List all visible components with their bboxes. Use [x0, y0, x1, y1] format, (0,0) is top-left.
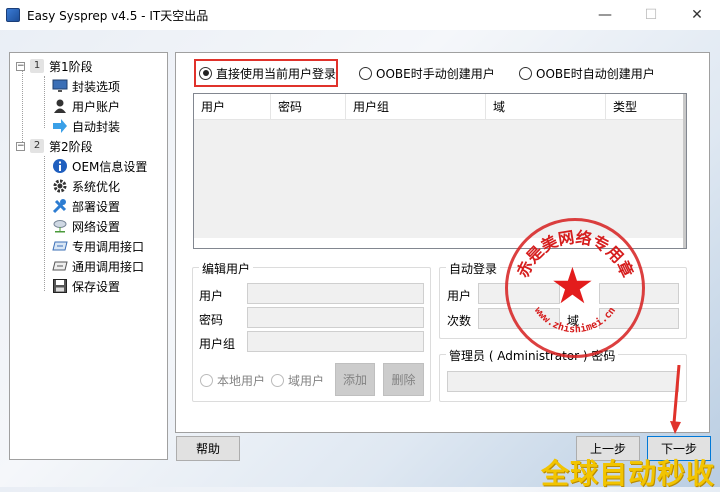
- interface-icon: [52, 238, 68, 254]
- tree-item-label: 部署设置: [72, 199, 121, 214]
- auto-login-user-label: 用户: [447, 289, 472, 303]
- column-header-password[interactable]: 密码: [271, 94, 346, 120]
- column-header-type[interactable]: 类型: [606, 94, 682, 120]
- tree-item-oem-info[interactable]: OEM信息设置: [52, 156, 147, 176]
- group-field[interactable]: [247, 331, 424, 352]
- tree-item-system-optimize[interactable]: 系统优化: [52, 176, 120, 196]
- tree-item-package-options[interactable]: 封装选项: [52, 76, 120, 96]
- tree-connector: [22, 71, 23, 146]
- radio-domain-user[interactable]: 域用户: [271, 369, 324, 391]
- radio-button[interactable]: [200, 373, 213, 387]
- interface-icon: [52, 258, 68, 274]
- group-label: 用户组: [199, 337, 236, 351]
- tree-item-user-account[interactable]: 用户账户: [52, 96, 120, 116]
- radio-label: OOBE时自动创建用户: [536, 66, 655, 81]
- tools-icon: [52, 198, 68, 214]
- tree-item-label: OEM信息设置: [72, 159, 148, 174]
- window-title: Easy Sysprep v4.5 - IT天空出品: [27, 8, 209, 23]
- radio-label: 本地用户: [217, 373, 266, 388]
- tree-stage-label: 第2阶段: [49, 139, 93, 154]
- radio-button[interactable]: [271, 373, 284, 387]
- close-button[interactable]: ✕: [674, 0, 720, 30]
- stage-badge: 1: [30, 59, 44, 73]
- tree-item-auto-package[interactable]: 自动封装: [52, 116, 120, 136]
- column-header-user[interactable]: 用户: [194, 94, 271, 120]
- watermark-text: 全球自动秒收: [541, 457, 716, 490]
- tree-item-label: 用户账户: [72, 99, 121, 114]
- collapse-icon[interactable]: −: [16, 61, 25, 71]
- tree-item-label: 封装选项: [72, 79, 121, 94]
- network-icon: [52, 218, 68, 234]
- tree-item-label: 保存设置: [72, 279, 121, 294]
- add-button[interactable]: 添加: [335, 363, 375, 396]
- admin-password-field[interactable]: [447, 371, 679, 392]
- tree-item-label: 通用调用接口: [72, 259, 145, 274]
- tree-item-general-interface[interactable]: 通用调用接口: [52, 256, 144, 276]
- radio-label: OOBE时手动创建用户: [376, 66, 495, 81]
- table-header: 用户 密码 用户组 域 类型: [194, 94, 686, 120]
- monitor-icon: [52, 78, 68, 94]
- minimize-button[interactable]: —: [582, 0, 628, 30]
- column-header-domain[interactable]: 域: [486, 94, 606, 120]
- arrow-down-icon: [670, 365, 681, 434]
- tree-item-label: 系统优化: [72, 179, 121, 194]
- tree-item-deploy-settings[interactable]: 部署设置: [52, 196, 120, 216]
- info-icon: [52, 158, 68, 174]
- tree-stage-2[interactable]: − 2 第2阶段: [16, 136, 93, 156]
- tree-stage-label: 第1阶段: [49, 59, 93, 74]
- maximize-button[interactable]: ☐: [628, 0, 674, 30]
- stage-badge: 2: [30, 139, 44, 153]
- radio-local-user[interactable]: 本地用户: [200, 369, 265, 391]
- group-legend: 自动登录: [446, 260, 501, 277]
- arrow-right-icon: [52, 118, 68, 134]
- radio-label: 域用户: [288, 373, 325, 388]
- password-label: 密码: [199, 313, 224, 327]
- highlight-annotation: [194, 59, 338, 87]
- save-icon: [52, 278, 68, 294]
- radio-oobe-manual-create[interactable]: OOBE时手动创建用户: [359, 62, 495, 84]
- star-icon: ★: [550, 257, 595, 315]
- radio-oobe-auto-create[interactable]: OOBE时自动创建用户: [519, 62, 655, 84]
- user-field[interactable]: [247, 283, 424, 304]
- radio-button[interactable]: [519, 66, 532, 80]
- tree-item-label: 自动封装: [72, 119, 121, 134]
- group-legend: 编辑用户: [199, 260, 254, 277]
- tree-item-dedicated-interface[interactable]: 专用调用接口: [52, 236, 144, 256]
- tree-stage-1[interactable]: − 1 第1阶段: [16, 56, 93, 76]
- navigation-tree: − 1 第1阶段 封装选项 用户账户 自动封装 − 2 第2阶段 OEM信息设置: [9, 52, 168, 460]
- tree-item-label: 网络设置: [72, 219, 121, 234]
- radio-button[interactable]: [359, 66, 372, 80]
- help-button[interactable]: 帮助: [176, 436, 240, 461]
- user-label: 用户: [199, 289, 224, 303]
- scrollbar[interactable]: [683, 94, 686, 248]
- user-icon: [52, 98, 68, 114]
- column-header-group[interactable]: 用户组: [346, 94, 486, 120]
- delete-button[interactable]: 删除: [383, 363, 424, 396]
- password-field[interactable]: [247, 307, 424, 328]
- seal-stamp: 赤是美网络专用章 www.zhishimei.cn ★: [505, 218, 645, 358]
- tree-item-label: 专用调用接口: [72, 239, 145, 254]
- tree-item-network-settings[interactable]: 网络设置: [52, 216, 120, 236]
- app-icon: [6, 8, 20, 22]
- tree-connector: [44, 76, 45, 128]
- tree-connector: [44, 156, 45, 291]
- gear-icon: [52, 178, 68, 194]
- tree-item-save-settings[interactable]: 保存设置: [52, 276, 120, 296]
- collapse-icon[interactable]: −: [16, 141, 25, 151]
- auto-login-count-label: 次数: [447, 314, 472, 328]
